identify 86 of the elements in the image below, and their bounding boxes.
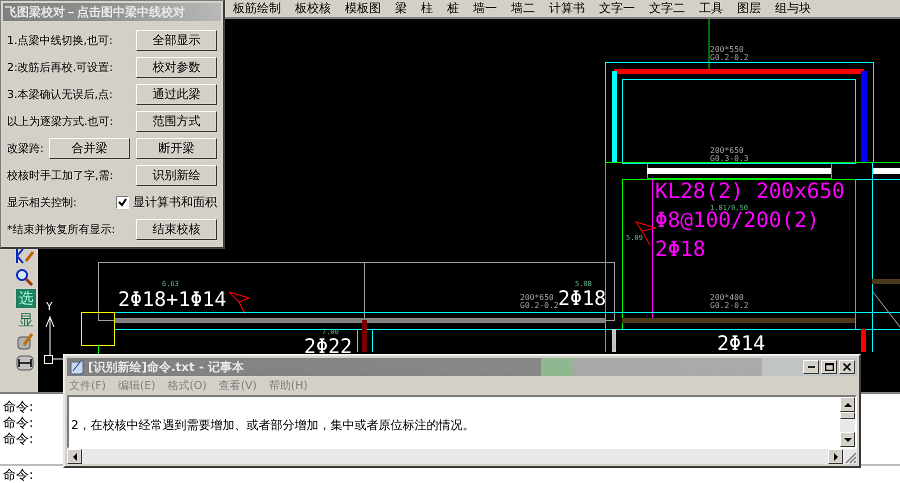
notepad-icon bbox=[70, 359, 84, 375]
dialog-label: *结束并恢复所有显示: bbox=[7, 222, 116, 237]
scroll-right-button[interactable] bbox=[828, 449, 843, 464]
column-bar bbox=[362, 320, 367, 352]
menu-item[interactable]: 工具 bbox=[692, 0, 730, 17]
window-title: [识别新绘]命令.txt - 记事本 bbox=[88, 358, 246, 376]
arrow-icon bbox=[844, 436, 852, 444]
text-line: 2，在校核中经常遇到需要增加、或者部分增加，集中或者原位标注的情况。 bbox=[71, 417, 475, 434]
dialog-label: 以上为逐梁方式.也可: bbox=[7, 114, 114, 129]
dialog-button[interactable]: 全部显示 bbox=[136, 30, 217, 51]
arrow-icon bbox=[70, 452, 78, 460]
dialog-button[interactable]: 合并梁 bbox=[49, 138, 130, 159]
column-bar bbox=[612, 329, 616, 352]
close-button[interactable] bbox=[839, 360, 855, 374]
drawing-label: 2Φ14 bbox=[717, 331, 766, 355]
arrow-icon bbox=[844, 400, 852, 408]
minimize-button[interactable] bbox=[803, 360, 819, 374]
column-outline bbox=[81, 312, 115, 346]
dimension-icon[interactable] bbox=[14, 354, 36, 372]
menu-item[interactable]: 桩 bbox=[440, 0, 466, 17]
beam-pen-icon[interactable] bbox=[14, 247, 36, 265]
ucs-axis-icon bbox=[44, 316, 64, 364]
command-line: 命令: bbox=[3, 432, 34, 448]
dialog-title: 飞图梁校对－点击图中梁中线校对 bbox=[3, 3, 221, 21]
dialog-button[interactable]: 结束校核 bbox=[136, 219, 217, 240]
drawing-label: G0.2-0.2 bbox=[710, 53, 749, 62]
menu-item[interactable]: 模板图 bbox=[338, 0, 388, 17]
dialog-button[interactable]: 识别新绘 bbox=[136, 165, 217, 186]
close-icon bbox=[843, 363, 851, 371]
drawing-label: G0.3-0.3 bbox=[710, 154, 749, 163]
minimize-icon bbox=[808, 366, 814, 368]
drawing-label: KL28(2) 200x650 bbox=[655, 179, 845, 203]
scroll-thumb[interactable] bbox=[840, 412, 855, 419]
command-line: 命令: bbox=[3, 416, 34, 432]
beam-bar bbox=[872, 279, 900, 284]
beam-bar bbox=[872, 168, 900, 174]
checkbox-label: 显计算书和面积 bbox=[133, 194, 217, 211]
menu-item[interactable]: 板校核 bbox=[288, 0, 338, 17]
dialog-button[interactable]: 校对参数 bbox=[136, 57, 217, 78]
menu-item[interactable]: 组与块 bbox=[768, 0, 818, 17]
drawing-label: G0.2-0.2 bbox=[520, 301, 559, 310]
drawing-label: 200*400 bbox=[710, 293, 744, 302]
drawing-label: G0.2-0.2 bbox=[710, 301, 749, 310]
checkbox[interactable] bbox=[116, 196, 129, 209]
resize-grip-icon[interactable] bbox=[843, 450, 857, 464]
scroll-up-button[interactable] bbox=[840, 397, 855, 412]
dialog-label: 改梁跨: bbox=[7, 141, 44, 156]
menu-item[interactable]: 文字一 bbox=[592, 0, 642, 17]
drawing-label: 2Φ22 bbox=[304, 334, 352, 358]
scroll-down-button[interactable] bbox=[840, 432, 855, 447]
menu-item[interactable]: 计算书 bbox=[542, 0, 592, 17]
horizontal-scrollbar[interactable] bbox=[67, 449, 857, 464]
dialog-label: 3.本梁确认无误后,点: bbox=[7, 87, 113, 102]
menu-item[interactable]: 文字二 bbox=[642, 0, 692, 17]
arrow-icon bbox=[832, 452, 840, 460]
drawing-label: 2Φ18+1Φ14 bbox=[118, 287, 226, 311]
command-line: 命令: bbox=[3, 400, 34, 416]
magnifier-icon[interactable] bbox=[14, 268, 36, 286]
dialog-label: 显示相关控制: bbox=[7, 195, 77, 210]
maximize-button[interactable] bbox=[821, 360, 837, 374]
drawing-label: 200*650 bbox=[710, 146, 744, 155]
dialog-label: 2:改筋后再校.可设置: bbox=[7, 60, 113, 75]
column-bar bbox=[861, 329, 866, 352]
pointer-triangle bbox=[228, 292, 251, 314]
vertical-scrollbar[interactable] bbox=[840, 397, 855, 447]
axis-line bbox=[708, 19, 710, 70]
scroll-left-button[interactable] bbox=[67, 449, 82, 464]
menu-item[interactable]: 梁 bbox=[388, 0, 414, 17]
dialog-label: 校核时手工加了字,需: bbox=[7, 168, 114, 183]
dialog-button[interactable]: 范围方式 bbox=[136, 111, 217, 132]
dialog-button[interactable]: 通过此梁 bbox=[136, 84, 217, 105]
drawing-label: 200*650 bbox=[520, 293, 554, 302]
menu-item[interactable]: 墙一 bbox=[466, 0, 504, 17]
menu-item[interactable]: 柱 bbox=[414, 0, 440, 17]
menu-item[interactable]: 板筋绘制 bbox=[226, 0, 288, 17]
menu-item[interactable]: 图层 bbox=[730, 0, 768, 17]
menu-item[interactable]: 墙二 bbox=[504, 0, 542, 17]
dialog-button[interactable]: 断开梁 bbox=[136, 138, 217, 159]
tool-button[interactable]: 选 bbox=[16, 289, 36, 308]
tool-button[interactable]: 显 bbox=[16, 311, 36, 330]
drawing-label: 2Φ18 bbox=[655, 237, 706, 261]
dialog-label: 1.点梁中线切换,也可: bbox=[7, 33, 113, 48]
drawing-label: 2Φ18 bbox=[558, 286, 606, 310]
maximize-icon bbox=[824, 363, 834, 371]
axis-label: Y bbox=[46, 300, 53, 313]
drawing-label: 200*550 bbox=[710, 45, 744, 54]
